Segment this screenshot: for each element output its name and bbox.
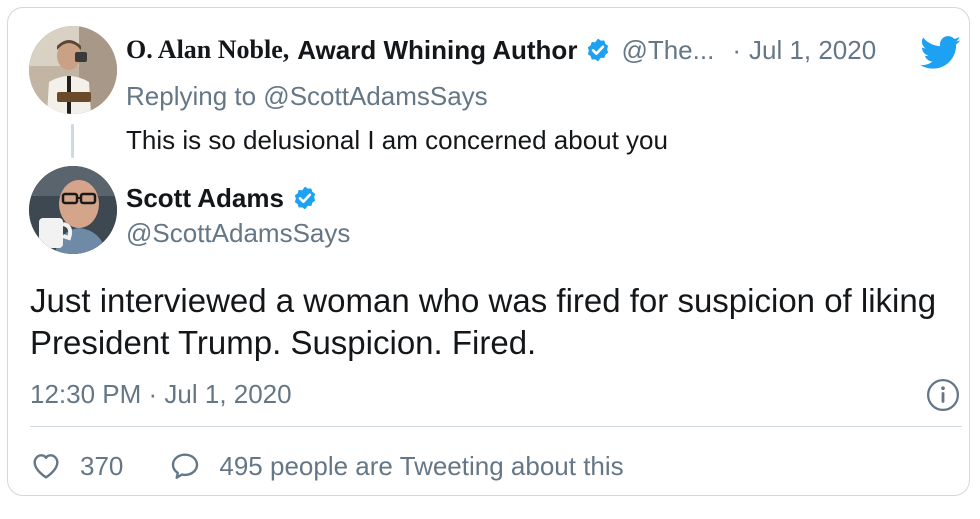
speech-bubble-icon [172,453,199,479]
reply-tweet-date[interactable]: Jul 1, 2020 [749,30,876,70]
main-author-avatar[interactable] [29,166,117,254]
reply-author-avatar[interactable] [29,26,117,114]
conversation-label: 495 people are Tweeting about this [219,450,624,481]
actions-divider [30,426,962,427]
reply-author-name[interactable]: Award Whining Author [297,30,577,70]
twitter-bird-icon[interactable] [920,36,962,70]
header-separator: · [732,35,741,65]
reply-author-handle[interactable]: @The... [621,30,714,70]
like-action[interactable]: 370 [30,450,123,482]
reply-tweet-text: This is so delusional I am concerned abo… [126,125,668,155]
author-photo-avatar [29,26,117,114]
embedded-tweet-card: O. Alan Noble, Award Whining Author @The… [7,7,970,496]
main-author-name-row: Scott Adams [126,180,318,216]
author-photo-avatar [29,166,117,254]
info-icon[interactable] [926,378,960,412]
reply-tweet-header: O. Alan Noble, Award Whining Author @The… [126,30,876,70]
thread-connector-line [71,124,74,158]
verified-badge-icon [588,38,609,62]
main-tweet-timestamp[interactable]: 12:30 PM · Jul 1, 2020 [30,376,292,412]
replying-to-label[interactable]: Replying to @ScottAdamsSays [126,78,488,114]
main-author-handle[interactable]: @ScottAdamsSays [126,215,350,251]
verified-badge-icon [294,186,316,210]
reply-author-name-prefix[interactable]: O. Alan Noble, [126,30,289,70]
main-tweet-text: Just interviewed a woman who was fired f… [30,282,937,361]
tweet-actions-bar: 370 495 people are Tweeting about this [30,444,624,488]
like-count: 370 [80,450,124,481]
conversation-action[interactable]: 495 people are Tweeting about this [169,450,624,482]
heart-icon [33,454,59,479]
main-author-name[interactable]: Scott Adams [126,180,284,216]
